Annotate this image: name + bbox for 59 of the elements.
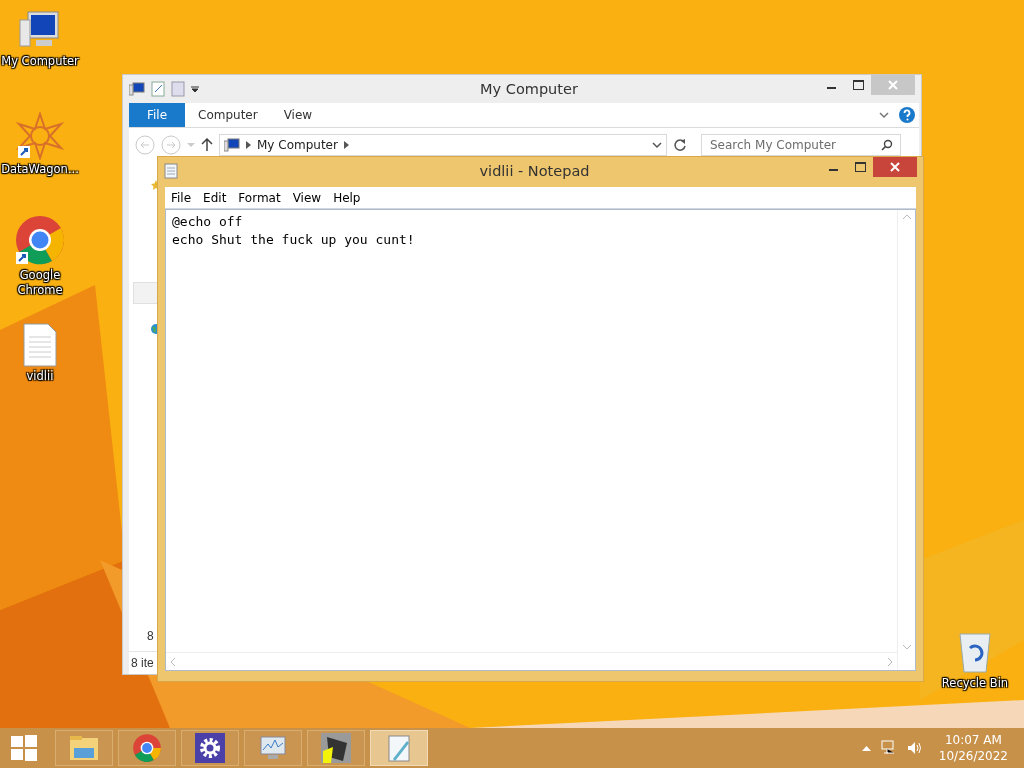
ribbon-tab[interactable]: Computer	[185, 103, 271, 127]
text-file-icon	[22, 323, 58, 367]
properties-icon[interactable]	[151, 81, 165, 97]
menu-item[interactable]: Format	[232, 190, 287, 205]
close-icon[interactable]	[890, 162, 900, 172]
computer-icon	[224, 138, 240, 152]
back-icon[interactable]	[135, 135, 155, 155]
help-icon[interactable]	[899, 107, 915, 123]
clock-time: 10:07 AM	[944, 732, 1002, 748]
scroll-left-icon[interactable]	[170, 657, 176, 666]
maximize-icon[interactable]	[852, 80, 864, 90]
taskbar-button[interactable]	[181, 730, 239, 766]
status-text: 8 ite	[131, 656, 154, 670]
search-icon	[881, 139, 893, 151]
show-hidden-icons[interactable]	[861, 745, 871, 751]
folder-icon[interactable]	[171, 81, 185, 97]
search-field[interactable]: Search My Computer	[701, 134, 901, 156]
text-line: echo Shut the fuck up you cunt!	[172, 231, 416, 249]
address-bar[interactable]: My Computer	[219, 134, 667, 156]
chevron-down-icon[interactable]	[879, 111, 889, 119]
forward-icon[interactable]	[161, 135, 181, 155]
scroll-right-icon[interactable]	[887, 657, 893, 666]
taskbar-button[interactable]	[307, 730, 365, 766]
window-title: vidlii - Notepad	[478, 163, 591, 179]
menu-item[interactable]: Edit	[197, 190, 233, 205]
notepad-icon[interactable]	[385, 733, 413, 763]
scroll-up-icon[interactable]	[902, 214, 911, 220]
star-shortcut-icon	[16, 112, 64, 160]
network-icon[interactable]	[880, 740, 897, 756]
refresh-icon[interactable]	[673, 138, 687, 152]
monitor-chart-icon[interactable]	[258, 734, 288, 762]
close-button[interactable]	[873, 157, 917, 177]
menu-item[interactable]: View	[286, 190, 328, 205]
folder-icon[interactable]	[68, 734, 100, 762]
notepad-icon	[164, 163, 178, 179]
computer-icon	[129, 82, 145, 96]
chrome-icon[interactable]	[132, 733, 162, 763]
menu-item[interactable]: File	[165, 190, 198, 205]
clock-date: 10/26/2022	[938, 748, 1008, 764]
breadcrumb-item[interactable]: My Computer	[257, 138, 338, 152]
settings-icon[interactable]	[195, 733, 225, 763]
windows-logo-icon	[11, 735, 37, 761]
window-title: My Computer	[479, 81, 579, 97]
volume-icon[interactable]	[906, 741, 923, 755]
ribbon-tab[interactable]: View	[270, 103, 326, 127]
maximize-icon[interactable]	[854, 162, 866, 172]
chevron-down-icon[interactable]	[652, 141, 662, 149]
up-arrow-icon[interactable]	[201, 138, 213, 152]
file-menu-button[interactable]: File	[129, 103, 185, 127]
app-icon[interactable]	[321, 733, 351, 763]
scroll-down-icon[interactable]	[902, 644, 911, 650]
item-count: 8	[147, 629, 154, 643]
dropdown-icon[interactable]	[191, 85, 199, 93]
chevron-right-icon	[246, 141, 251, 149]
recycle-bin-icon	[957, 630, 993, 674]
chrome-shortcut-icon	[14, 214, 66, 266]
menu-item[interactable]: Help	[327, 190, 367, 205]
chevron-right-icon	[343, 141, 349, 149]
text-line: @echo off	[172, 213, 244, 231]
